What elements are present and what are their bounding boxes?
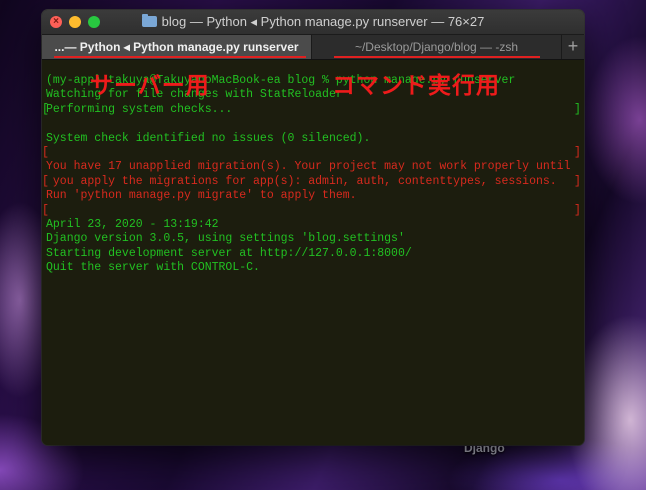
terminal-bracket-mark: ] bbox=[574, 102, 581, 116]
annotation-underline-server bbox=[54, 56, 306, 58]
window-title-area: blog — Python ◂ Python manage.py runserv… bbox=[42, 14, 584, 30]
terminal-bracket-mark: [ bbox=[42, 102, 49, 116]
title-bar[interactable]: × blog — Python ◂ Python manage.py runse… bbox=[42, 10, 584, 35]
window-title: blog — Python ◂ Python manage.py runserv… bbox=[161, 14, 485, 29]
terminal-bracket-mark: [ bbox=[42, 146, 49, 159]
terminal-bracket-mark: ] bbox=[574, 174, 581, 188]
terminal-line: System check identified no issues (0 sil… bbox=[46, 131, 371, 145]
terminal-bracket-mark: ] bbox=[574, 203, 581, 217]
terminal-line: Django version 3.0.5, using settings 'bl… bbox=[46, 232, 405, 246]
terminal-output[interactable]: (my-app) takuya@TakuyanoMacBook-ea blog … bbox=[42, 60, 584, 445]
annotation-underline-command bbox=[334, 56, 540, 58]
new-tab-button[interactable]: + bbox=[562, 35, 584, 59]
terminal-line: April 23, 2020 - 13:19:42 bbox=[46, 218, 219, 231]
terminal-bracket-mark: ] bbox=[574, 146, 581, 159]
folder-icon bbox=[141, 14, 157, 27]
terminal-line: Run 'python manage.py migrate' to apply … bbox=[46, 189, 357, 203]
terminal-line: Starting development server at http://12… bbox=[46, 246, 412, 260]
annotation-command: コマンド実行用 bbox=[332, 74, 500, 100]
terminal-bracket-mark: [ bbox=[42, 174, 49, 188]
terminal-bracket-mark: [ bbox=[42, 203, 49, 217]
terminal-line: Quit the server with CONTROL-C. bbox=[46, 261, 260, 275]
annotation-server: サーバー用 bbox=[90, 74, 210, 100]
terminal-window: × blog — Python ◂ Python manage.py runse… bbox=[42, 10, 584, 445]
terminal-line: you apply the migrations for app(s): adm… bbox=[46, 174, 557, 188]
terminal-line: Performing system checks... bbox=[46, 102, 233, 116]
tab-bar: ...— Python ◂ Python manage.py runserver… bbox=[42, 35, 584, 60]
terminal-line: You have 17 unapplied migration(s). Your… bbox=[46, 160, 571, 174]
